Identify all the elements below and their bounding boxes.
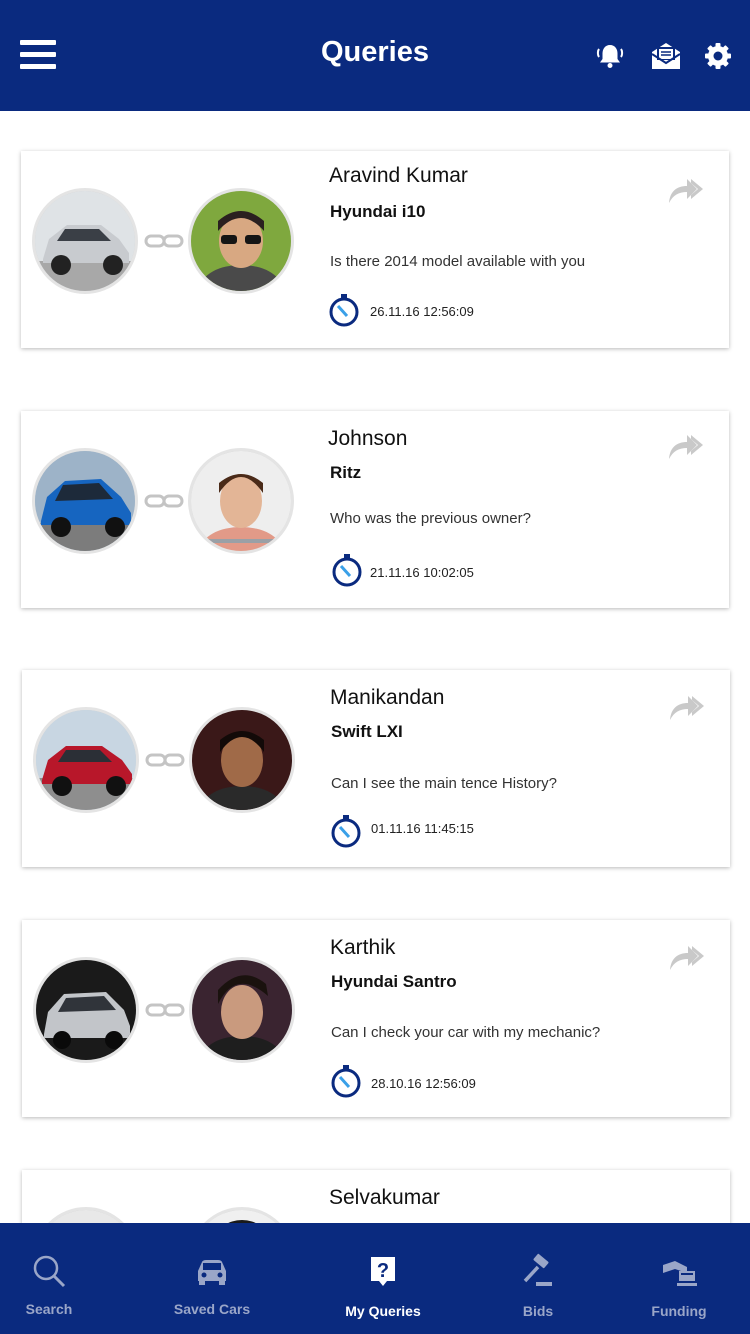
- nav-tab-label: My Queries: [345, 1303, 421, 1319]
- forward-share-icon[interactable]: [667, 175, 705, 205]
- query-message: Can I see the main tence History?: [331, 775, 557, 792]
- nav-tab-search[interactable]: Search: [0, 1223, 98, 1334]
- query-card[interactable]: Karthik Hyundai Santro Can I check your …: [22, 920, 730, 1117]
- query-card[interactable]: Aravind Kumar Hyundai i10 Is there 2014 …: [21, 151, 729, 348]
- query-sender-name: Manikandan: [330, 686, 445, 709]
- link-icon: [145, 1003, 185, 1017]
- top-app-bar: Queries: [0, 0, 750, 111]
- query-timestamp: 21.11.16 10:02:05: [370, 565, 474, 580]
- query-sender-name: Johnson: [328, 427, 408, 450]
- query-message: Can I check your car with my mechanic?: [331, 1024, 601, 1041]
- funding-icon: [663, 1261, 697, 1286]
- query-sender-name: Karthik: [330, 936, 396, 959]
- query-sender-name: Aravind Kumar: [329, 164, 468, 187]
- stopwatch-icon: [331, 1065, 361, 1098]
- car-photo: [32, 188, 138, 294]
- car-photo: [33, 1207, 139, 1223]
- query-card[interactable]: Johnson Ritz Who was the previous owner?…: [21, 411, 729, 608]
- bottom-navigation: Search Saved Cars ? My Queries Bids Fund…: [0, 1223, 750, 1334]
- query-card[interactable]: Manikandan Swift LXI Can I see the main …: [22, 670, 730, 867]
- query-car-model: Ritz: [330, 463, 362, 482]
- settings-gear-icon[interactable]: [703, 41, 733, 71]
- query-sender-name: Selvakumar: [329, 1186, 440, 1209]
- question-icon: ?: [371, 1257, 395, 1286]
- gavel-icon: [523, 1253, 552, 1286]
- user-avatar: [189, 1207, 295, 1223]
- user-avatar: [189, 707, 295, 813]
- query-card[interactable]: Selvakumar: [22, 1170, 730, 1223]
- stopwatch-icon: [331, 815, 361, 848]
- app-screen: Queries Aravind Kumar Hyundai i10 Is the…: [0, 0, 750, 1334]
- car-icon: [198, 1260, 226, 1285]
- car-photo: [33, 957, 139, 1063]
- query-timestamp: 28.10.16 12:56:09: [371, 1076, 476, 1091]
- link-icon: [145, 753, 185, 767]
- nav-tab-funding[interactable]: Funding: [629, 1223, 729, 1334]
- forward-share-icon[interactable]: [667, 431, 705, 461]
- user-avatar: [189, 957, 295, 1063]
- car-photo: [33, 707, 139, 813]
- stopwatch-icon: [332, 554, 362, 587]
- nav-tab-bids[interactable]: Bids: [488, 1223, 588, 1334]
- query-message: Is there 2014 model available with you: [330, 253, 586, 270]
- forward-share-icon[interactable]: [668, 692, 706, 722]
- nav-tab-saved-cars[interactable]: Saved Cars: [163, 1223, 261, 1334]
- forward-share-icon[interactable]: [668, 942, 706, 972]
- nav-tab-label: Saved Cars: [173, 1301, 251, 1317]
- queries-list[interactable]: Aravind Kumar Hyundai i10 Is there 2014 …: [0, 111, 750, 1223]
- page-title: Queries: [321, 36, 429, 68]
- mail-icon[interactable]: [649, 40, 683, 72]
- query-car-model: Swift LXI: [331, 722, 403, 741]
- link-icon: [144, 494, 184, 508]
- user-avatar: [188, 448, 294, 554]
- query-timestamp: 26.11.16 12:56:09: [370, 304, 474, 319]
- nav-tab-label: Bids: [522, 1303, 554, 1319]
- user-avatar: [188, 188, 294, 294]
- nav-tab-label: Funding: [651, 1303, 707, 1319]
- nav-tab-label: Search: [25, 1301, 73, 1317]
- notification-bell-icon[interactable]: [594, 40, 626, 72]
- query-timestamp: 01.11.16 11:45:15: [371, 821, 474, 836]
- svg-text:?: ?: [377, 1260, 389, 1282]
- car-photo: [32, 448, 138, 554]
- query-car-model: Hyundai i10: [330, 202, 426, 221]
- stopwatch-icon: [329, 294, 359, 327]
- query-car-model: Hyundai Santro: [331, 972, 457, 991]
- nav-tab-my-queries[interactable]: ? My Queries: [333, 1223, 433, 1334]
- search-icon: [33, 1255, 66, 1288]
- query-message: Who was the previous owner?: [330, 510, 531, 527]
- link-icon: [144, 234, 184, 248]
